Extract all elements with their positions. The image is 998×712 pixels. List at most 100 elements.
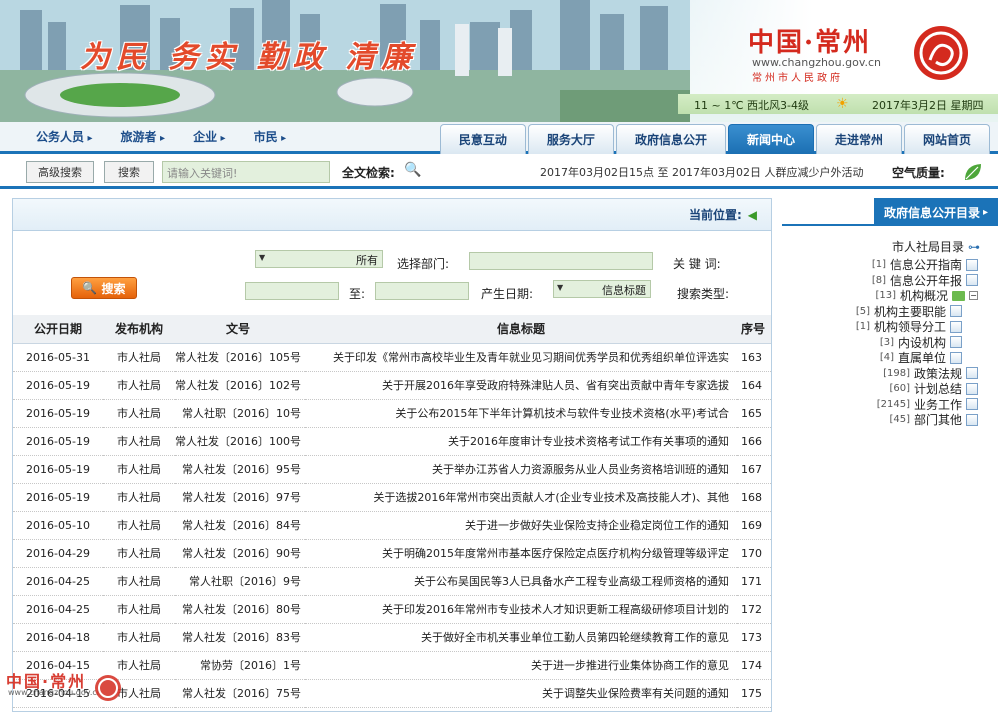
row-date: 2016-05-19 <box>13 427 103 456</box>
tree-item-label: 机构概况 <box>899 289 948 303</box>
row-date: 2016-04-18 <box>13 623 103 652</box>
breadcrumb-label: 当前位置: <box>688 208 742 222</box>
date-to-label: 至: <box>349 287 366 301</box>
filter-search-label: 搜索 <box>101 281 126 296</box>
watermark-url: www.changzhou.gov.cn <box>8 688 102 697</box>
fulltext-search-input[interactable]: 请输入关键词! <box>162 161 330 183</box>
tree-item[interactable]: [60] 计划总结 <box>889 380 978 397</box>
tab-home[interactable]: 网站首页 <box>903 124 990 154</box>
row-number: 173 <box>737 623 771 652</box>
tree-item[interactable]: [2145] 业务工作 <box>877 396 978 413</box>
row-title-link[interactable]: 关于明确2015年度常州市基本医疗保险定点医疗机构分级管理等级评定 <box>305 539 737 568</box>
document-icon <box>950 351 962 364</box>
keyword-input[interactable] <box>469 252 653 270</box>
date-from-input[interactable] <box>375 282 469 300</box>
nav-link-tourists[interactable]: 旅游者 <box>121 128 166 145</box>
row-org: 市人社局 <box>103 623 175 652</box>
row-title-link[interactable]: 关于2016年度审计专业技术资格考试工作有关事项的通知 <box>305 427 737 456</box>
row-title-link[interactable]: 关于举办江苏省人力资源服务从业人员业务资格培训班的通知 <box>305 455 737 484</box>
row-date: 2016-04-29 <box>13 539 103 568</box>
row-date: 2016-04-25 <box>13 595 103 624</box>
tree-item-count: [5] <box>855 305 870 317</box>
col-date: 公开日期 <box>13 315 103 344</box>
row-title-link[interactable]: 关于进一步做好失业保险支持企业稳定岗位工作的通知 <box>305 511 737 540</box>
site-banner: 为民 务实 勤政 清廉 中国·常州 www.changzhou.gov.cn 常… <box>0 0 998 122</box>
row-org: 市人社局 <box>103 455 175 484</box>
tab-about-changzhou[interactable]: 走进常州 <box>815 124 902 154</box>
date-label: 产生日期: <box>481 287 534 301</box>
document-icon <box>966 258 978 271</box>
row-title-link[interactable]: 关于公布吴国民等3人已具备水产工程专业高级工程师资格的通知 <box>305 567 737 596</box>
tab-service-hall[interactable]: 服务大厅 <box>527 124 614 154</box>
search-type-select[interactable]: 信息标题 <box>553 280 651 298</box>
table-header: 公开日期 发布机构 文号 信息标题 序号 <box>13 315 771 344</box>
tree-item[interactable]: [5] 机构主要职能 <box>856 303 962 320</box>
air-quality-label: 空气质量: <box>892 166 945 180</box>
tree-item[interactable]: [1] 机构领导分工 <box>856 318 962 335</box>
tree-item[interactable]: [45] 部门其他 <box>889 411 978 428</box>
row-date: 2016-05-19 <box>13 455 103 484</box>
row-title-link[interactable]: 关于进一步推进行业集体协商工作的意见 <box>305 651 737 680</box>
breadcrumb: 当前位置: ◀ <box>13 199 771 231</box>
row-doc-number: 常人社职〔2016〕10号 <box>175 399 305 428</box>
row-number: 174 <box>737 651 771 680</box>
row-title-link[interactable]: 关于调整失业保险费率有关问题的通知 <box>305 679 737 708</box>
row-title-link[interactable]: 关于印发2016年常州市专业技术人才知识更新工程高级研修项目计划的 <box>305 595 737 624</box>
date-to-input[interactable] <box>245 282 339 300</box>
sun-icon: ☀ <box>836 96 849 112</box>
row-number: 170 <box>737 539 771 568</box>
tree-item[interactable]: [13] 机构概况 − <box>875 287 978 304</box>
row-doc-number: 常人社发〔2016〕75号 <box>175 679 305 708</box>
row-title-link[interactable]: 关于印发《常州市高校毕业生及青年就业见习期间优秀学员和优秀组织单位评选实 <box>305 343 737 372</box>
advanced-search-button[interactable]: 高级搜索 <box>26 161 94 183</box>
site-logo-text: 中国·常州 <box>748 28 872 58</box>
tree-item[interactable]: [1] 信息公开指南 <box>872 256 978 273</box>
table-row[interactable]: 2016-05-19 市人社局 常人社发〔2016〕97号 关于选拔2016年常州市突… <box>13 483 771 512</box>
table-row[interactable]: 2016-05-31 市人社局 常人社发〔2016〕105号 关于印发《常州市高校毕业… <box>13 343 771 372</box>
document-icon <box>966 398 978 410</box>
table-row[interactable]: 2016-05-19 市人社局 常人社发〔2016〕100号 关于2016年度审计专业… <box>13 427 771 456</box>
document-icon <box>966 274 978 286</box>
tab-gov-info[interactable]: 政府信息公开 <box>615 124 726 154</box>
search-button[interactable]: 搜索 <box>104 161 154 183</box>
table-row[interactable]: 2016-05-10 市人社局 常人社发〔2016〕84号 关于进一步做好失业保险支持… <box>13 511 771 540</box>
document-icon <box>966 413 978 426</box>
tree-root[interactable]: 市人社局目录 ⊶ <box>892 238 980 255</box>
table-row[interactable]: 2016-04-25 市人社局 常人社职〔2016〕9号 关于公布吴国民等3人已具备水… <box>13 567 771 596</box>
table-row[interactable]: 2016-04-29 市人社局 常人社发〔2016〕90号 关于明确2015年度常州市… <box>13 539 771 568</box>
row-title-link[interactable]: 关于做好全市机关事业单位工勤人员第四轮继续教育工作的意见 <box>305 623 737 652</box>
row-title-link[interactable]: 关于开展2016年享受政府特殊津贴人员、省有突出贡献中青年专家选拔 <box>305 371 737 400</box>
table-row[interactable]: 2016-04-18 市人社局 常人社发〔2016〕83号 关于做好全市机关事业单位工… <box>13 623 771 652</box>
table-row[interactable]: 2016-05-19 市人社局 常人社发〔2016〕95号 关于举办江苏省人力资源服务… <box>13 455 771 484</box>
tree-item[interactable]: [3] 内设机构 <box>880 334 962 351</box>
tree-item-label: 信息公开年报 <box>889 273 962 288</box>
tab-public-interaction[interactable]: 民意互动 <box>439 124 526 154</box>
table-row[interactable]: 2016-05-19 市人社局 常人社发〔2016〕102号 关于开展2016年享受政… <box>13 371 771 400</box>
filter-search-button[interactable]: 🔍 搜索 <box>71 277 137 299</box>
dept-label: 选择部门: <box>397 257 450 271</box>
dept-select[interactable]: 所有 <box>255 250 383 268</box>
tree-item-count: [198] <box>883 367 910 379</box>
nav-link-civil-servants[interactable]: 公务人员 <box>36 128 93 145</box>
collapse-toggle-icon[interactable]: − <box>969 291 978 300</box>
tree-item-label: 内设机构 <box>897 335 946 350</box>
tree-item[interactable]: [198] 政策法规 <box>883 365 978 382</box>
tab-news-center[interactable]: 新闻中心 <box>727 124 814 154</box>
nav-link-enterprises[interactable]: 企业 <box>193 128 226 145</box>
row-number: 163 <box>737 343 771 372</box>
row-number: 165 <box>737 399 771 428</box>
tree-item[interactable]: [4] 直属单位 <box>880 349 962 366</box>
row-doc-number: 常人社发〔2016〕100号 <box>175 427 305 456</box>
table-row[interactable]: 2016-05-19 市人社局 常人社职〔2016〕10号 关于公布2015年下半年计… <box>13 399 771 428</box>
table-row[interactable]: 2016-04-15 市人社局 常人社发〔2016〕75号 关于调整失业保险费率有关问… <box>13 679 771 708</box>
tree-item[interactable]: [8] 信息公开年报 <box>872 272 978 289</box>
row-title-link[interactable]: 关于选拔2016年常州市突出贡献人才(企业专业技术及高技能人才)、其他 <box>305 483 737 512</box>
breadcrumb-arrow-icon: ◀ <box>747 207 757 222</box>
table-row[interactable]: 2016-04-15 市人社局 常协劳〔2016〕1号 关于进一步推进行业集体协商工作… <box>13 651 771 680</box>
row-title-link[interactable]: 关于公布2015年下半年计算机技术与软件专业技术资格(水平)考试合 <box>305 399 737 428</box>
table-row[interactable]: 2016-04-25 市人社局 常人社发〔2016〕80号 关于印发2016年常州市专… <box>13 595 771 624</box>
sidebar-header: 政府信息公开目录 <box>782 198 998 226</box>
nav-tabs: 民意互动 服务大厅 政府信息公开 新闻中心 走进常州 网站首页 <box>439 124 990 154</box>
tree-item-count: [45] <box>889 414 910 425</box>
nav-link-citizens[interactable]: 市民 <box>254 128 287 145</box>
